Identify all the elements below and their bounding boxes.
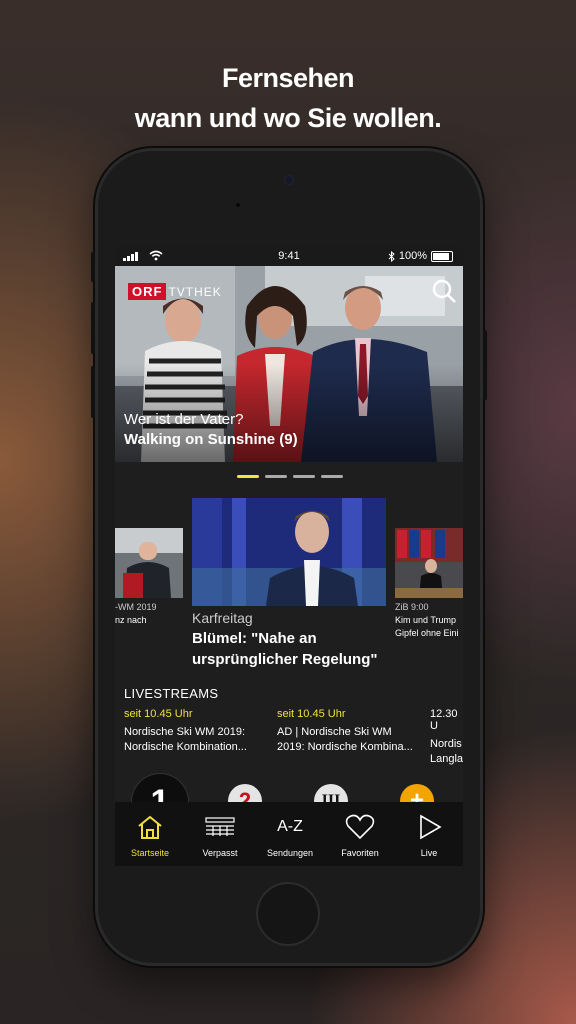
tab-label: Live: [420, 848, 438, 858]
carousel-dot-active[interactable]: [237, 475, 259, 478]
heart-icon: [345, 814, 375, 840]
livestreams-header: LIVESTREAMS: [124, 686, 219, 701]
card-right-meta: ZiB 9:00: [395, 602, 429, 612]
carousel-card-main[interactable]: [192, 498, 386, 606]
hero-title: Walking on Sunshine (9): [124, 431, 298, 448]
livestream-title-line1: Nordis: [430, 738, 462, 750]
carousel-indicator: [237, 475, 343, 478]
phone-power-button: [483, 330, 487, 400]
status-bar: 9:41 100%: [115, 246, 463, 266]
tab-favoriten[interactable]: Favoriten: [325, 802, 395, 866]
tvthek-logo-text: TVTHEK: [168, 284, 222, 299]
home-button[interactable]: [258, 884, 318, 944]
battery-percent: 100%: [398, 250, 427, 262]
livestream-item[interactable]: seit 10.45 Uhr Nordische Ski WM 2019: No…: [124, 708, 274, 755]
card-main-title[interactable]: Blümel: "Nahe an ursprünglicher Regelung…: [192, 628, 392, 670]
tab-verpasst[interactable]: Verpasst: [185, 802, 255, 866]
livestreams-list: seit 10.45 Uhr Nordische Ski WM 2019: No…: [115, 708, 463, 765]
carousel-card-right[interactable]: [395, 528, 463, 598]
card-main-meta: Karfreitag: [192, 610, 253, 626]
tab-startseite[interactable]: Startseite: [115, 802, 185, 866]
tab-label: Startseite: [130, 848, 170, 858]
card-left-title: nz nach: [115, 615, 147, 625]
livestream-time: seit 10.45 Uhr: [124, 708, 193, 720]
livestream-title-line2: 2019: Nordische Kombina...: [277, 741, 413, 753]
search-icon[interactable]: [431, 278, 457, 304]
tab-label: Verpasst: [202, 848, 238, 858]
livestream-time: 12.30 U: [430, 708, 458, 732]
card-right-title-line2: Gipfel ohne Eini: [395, 628, 459, 638]
battery-icon: [431, 250, 453, 262]
card-right-title-line1: Kim und Trump: [395, 615, 457, 625]
promo-headline-line1: Fernsehen: [221, 63, 355, 93]
hero-subtitle: Wer ist der Vater?: [124, 411, 244, 428]
phone-volume-up: [91, 302, 95, 354]
tab-label: Favoriten: [341, 848, 379, 858]
carousel-card-left[interactable]: [115, 528, 183, 598]
orf-logo-text: ORF: [128, 283, 167, 300]
az-icon: A-Z: [277, 818, 303, 835]
livestream-item[interactable]: 12.30 U Nordis Langla: [430, 708, 463, 767]
livestream-time: seit 10.45 Uhr: [277, 708, 346, 720]
livestream-title-line2: Nordische Kombination...: [124, 741, 247, 753]
front-camera: [284, 175, 294, 185]
play-icon: [420, 814, 442, 840]
home-icon: [138, 815, 162, 839]
livestream-title-line1: Nordische Ski WM 2019:: [124, 726, 246, 738]
proximity-sensor: [236, 203, 240, 207]
livestream-title-line1: AD | Nordische Ski WM: [277, 726, 392, 738]
orf-tvthek-logo: ORF TVTHEK: [128, 283, 222, 300]
schedule-icon: [205, 817, 235, 836]
phone-volume-down: [91, 366, 95, 418]
hero-banner[interactable]: ORF TVTHEK Wer ist der Vater? Walking on…: [115, 266, 463, 462]
card-left-image: [115, 528, 183, 598]
livestream-item[interactable]: seit 10.45 Uhr AD | Nordische Ski WM 201…: [277, 708, 427, 755]
tab-bar: Startseite Verpasst A-Z Sendungen Favori…: [115, 802, 463, 866]
promo-headline: Fernsehen wann und wo Sie wollen.: [0, 58, 576, 138]
card-right-image: [395, 528, 463, 598]
tab-live[interactable]: Live: [395, 802, 463, 866]
card-left-meta: -WM 2019: [115, 602, 157, 612]
carousel-dot[interactable]: [321, 475, 343, 478]
carousel-dot[interactable]: [293, 475, 315, 478]
bluetooth-icon: [388, 250, 395, 262]
phone-mute-switch: [91, 252, 95, 282]
livestream-title-line2: Langla: [430, 753, 463, 765]
promo-headline-line2: wann und wo Sie wollen.: [134, 103, 442, 133]
tab-label: Sendungen: [266, 848, 314, 858]
tab-sendungen[interactable]: A-Z Sendungen: [255, 802, 325, 866]
carousel-dot[interactable]: [265, 475, 287, 478]
card-main-image: [192, 498, 386, 606]
app-screen: 9:41 100% ORF TVTHEK Wer ist der Vater? …: [115, 246, 463, 866]
